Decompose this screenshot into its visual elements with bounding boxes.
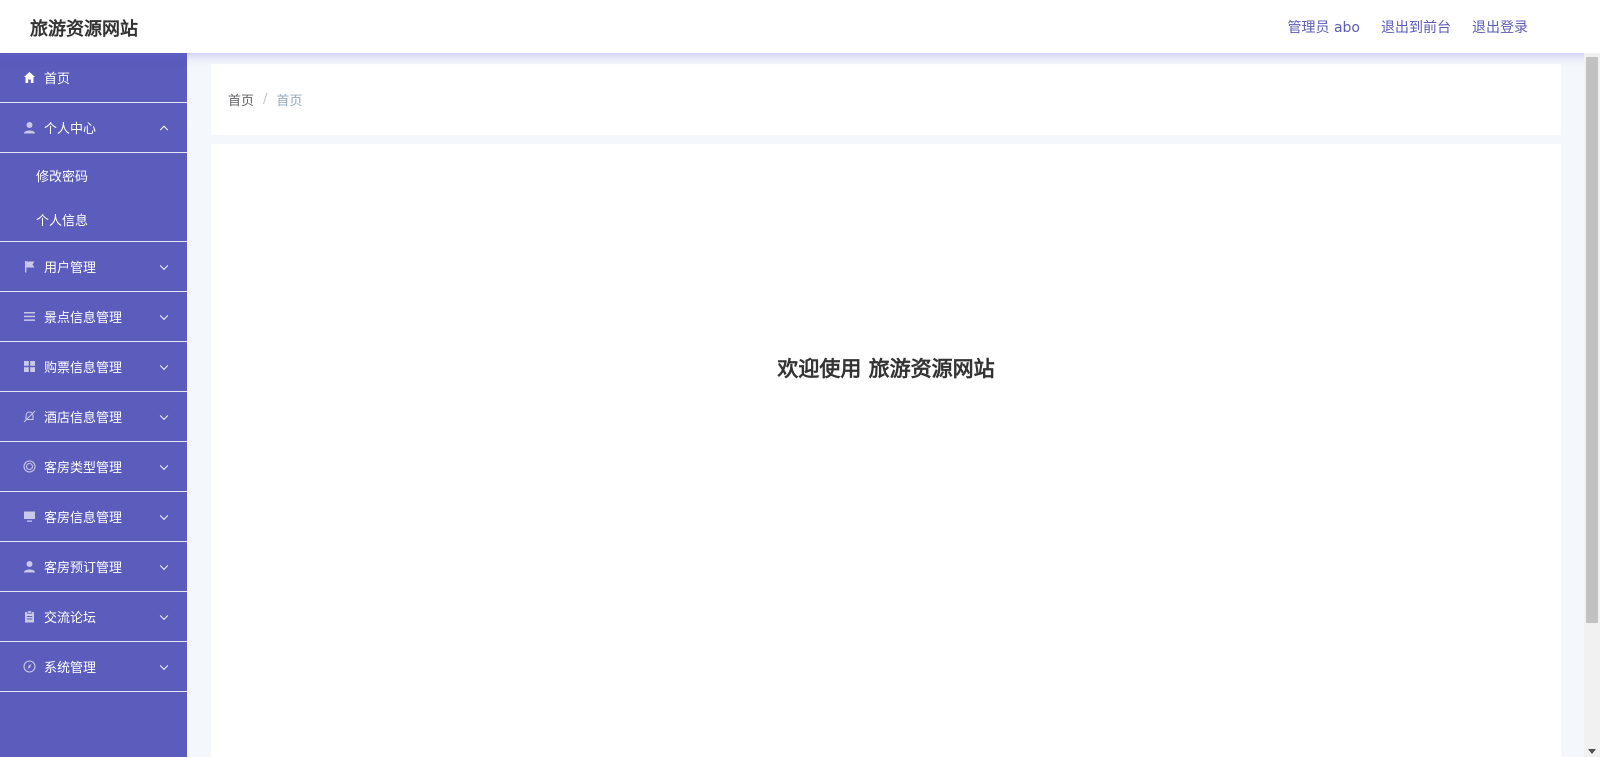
top-header: 旅游资源网站 管理员 abo 退出到前台 退出登录 xyxy=(0,0,1600,53)
chevron-down-icon xyxy=(159,461,169,470)
user-icon xyxy=(22,560,36,574)
sidebar-item-scenic-management[interactable]: 景点信息管理 xyxy=(0,292,187,342)
home-icon xyxy=(22,71,36,85)
breadcrumb-card: 首页 / 首页 xyxy=(211,64,1561,135)
header-links: 管理员 abo 退出到前台 退出登录 xyxy=(1288,17,1528,37)
clipboard-icon xyxy=(22,610,36,624)
compass-icon xyxy=(22,660,36,674)
sidebar-item-label: 客房预订管理 xyxy=(44,561,123,576)
chevron-up-icon xyxy=(159,125,169,134)
sidebar-item-user-management[interactable]: 用户管理 xyxy=(0,242,187,292)
sidebar-item-label: 个人中心 xyxy=(44,122,97,137)
sidebar: 首页 个人中心 修改密码 个人信息 用户管理 景点信息管理 购票信息管理 酒店信… xyxy=(0,53,187,757)
chevron-down-icon xyxy=(159,361,169,370)
sidebar-item-label: 首页 xyxy=(44,72,71,87)
breadcrumb-home-link[interactable]: 首页 xyxy=(228,90,254,109)
flag-icon xyxy=(22,260,36,274)
chevron-down-icon xyxy=(159,261,169,270)
site-title: 旅游资源网站 xyxy=(30,19,138,40)
welcome-heading: 欢迎使用 旅游资源网站 xyxy=(777,357,995,381)
chevron-down-icon xyxy=(159,311,169,320)
chevron-down-icon xyxy=(159,511,169,520)
chevron-down-icon xyxy=(159,611,169,620)
submenu-item-change-password[interactable]: 修改密码 xyxy=(0,153,187,197)
sidebar-item-label: 购票信息管理 xyxy=(44,361,123,376)
chevron-down-icon xyxy=(159,411,169,420)
list-icon xyxy=(22,310,36,324)
sidebar-item-room-type-management[interactable]: 客房类型管理 xyxy=(0,442,187,492)
admin-user-link[interactable]: 管理员 abo xyxy=(1288,17,1360,37)
exit-to-frontend-link[interactable]: 退出到前台 xyxy=(1381,17,1451,37)
page-scrollbar[interactable] xyxy=(1584,53,1600,757)
sidebar-item-ticket-management[interactable]: 购票信息管理 xyxy=(0,342,187,392)
sidebar-item-label: 景点信息管理 xyxy=(44,311,123,326)
sidebar-item-home[interactable]: 首页 xyxy=(0,53,187,103)
sidebar-item-forum[interactable]: 交流论坛 xyxy=(0,592,187,642)
breadcrumb: 首页 / 首页 xyxy=(228,90,302,109)
sidebar-item-label: 交流论坛 xyxy=(44,611,97,626)
monitor-icon xyxy=(22,510,36,524)
chevron-down-icon xyxy=(159,561,169,570)
sidebar-item-room-info-management[interactable]: 客房信息管理 xyxy=(0,492,187,542)
sidebar-item-label: 系统管理 xyxy=(44,661,97,676)
sidebar-item-label: 用户管理 xyxy=(44,261,97,276)
breadcrumb-separator: / xyxy=(263,92,268,107)
circle-icon xyxy=(22,460,36,474)
user-icon xyxy=(22,121,36,135)
scroll-down-arrow-icon[interactable] xyxy=(1588,749,1596,754)
sidebar-item-label: 客房信息管理 xyxy=(44,511,123,526)
sidebar-item-label: 酒店信息管理 xyxy=(44,411,123,426)
sidebar-item-room-booking-management[interactable]: 客房预订管理 xyxy=(0,542,187,592)
logout-link[interactable]: 退出登录 xyxy=(1472,17,1528,37)
sidebar-item-personal-center[interactable]: 个人中心 xyxy=(0,103,187,153)
bell-off-icon xyxy=(22,410,36,424)
chevron-down-icon xyxy=(159,661,169,670)
sidebar-item-label: 客房类型管理 xyxy=(44,461,123,476)
grid-icon xyxy=(22,360,36,374)
submenu-item-personal-info[interactable]: 个人信息 xyxy=(0,197,187,241)
sidebar-item-hotel-management[interactable]: 酒店信息管理 xyxy=(0,392,187,442)
scrollbar-thumb[interactable] xyxy=(1586,57,1598,623)
breadcrumb-current: 首页 xyxy=(276,94,303,109)
main-content-card: 欢迎使用 旅游资源网站 xyxy=(211,144,1561,757)
sidebar-item-system-management[interactable]: 系统管理 xyxy=(0,642,187,692)
personal-center-submenu: 修改密码 个人信息 xyxy=(0,153,187,242)
